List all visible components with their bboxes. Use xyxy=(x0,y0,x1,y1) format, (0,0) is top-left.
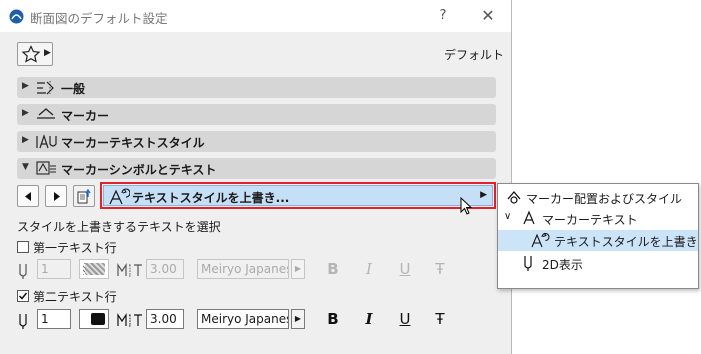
first-line-label: 第一テキスト行 xyxy=(33,241,117,255)
window-title: 断面図のデフォルト設定 xyxy=(30,11,168,26)
section-marker-text-style[interactable]: ▶ マーカーテキストスタイル xyxy=(17,131,496,152)
second-line-size-field[interactable]: 3.00 xyxy=(146,309,184,329)
marker-icon xyxy=(37,108,55,119)
color-fill xyxy=(85,263,105,275)
expand-arrow-icon: ▶ xyxy=(22,135,29,145)
title-bar: 断面図のデフォルト設定 ? ✕ xyxy=(0,0,511,32)
panel-selector-dropdown[interactable]: テキストスタイルを上書き... ▶ xyxy=(100,182,496,209)
marker-placement-icon xyxy=(507,191,521,204)
second-line-font-field[interactable]: Meiryo Japanese xyxy=(197,309,289,329)
font-picker-arrow[interactable]: ▶ xyxy=(291,309,305,329)
marker-symbol-text-icon xyxy=(36,161,56,175)
second-line-color-swatch[interactable] xyxy=(79,309,109,329)
first-line-checkbox[interactable] xyxy=(17,241,29,253)
general-settings-icon xyxy=(37,81,54,95)
close-button[interactable]: ✕ xyxy=(476,6,500,26)
menu-item-label: マーカーテキスト xyxy=(542,213,638,227)
underline-button[interactable]: U xyxy=(394,309,416,329)
menu-item-text-style-override[interactable]: テキストスタイルを上書き xyxy=(498,230,698,251)
caret-right-icon: ▶ xyxy=(44,48,51,58)
expand-arrow-icon: ▶ xyxy=(22,81,29,91)
help-button[interactable]: ? xyxy=(432,6,454,26)
menu-item-marker-placement[interactable]: マーカー配置およびスタイル xyxy=(498,187,698,208)
menu-item-label: テキストスタイルを上書き xyxy=(554,235,698,249)
caret-right-icon: ▶ xyxy=(480,190,487,200)
section-label: マーカーテキストスタイル xyxy=(61,136,205,150)
checkmark-icon xyxy=(18,292,28,300)
color-fill xyxy=(91,313,105,325)
mouse-cursor-icon xyxy=(460,197,473,215)
pen-icon xyxy=(19,264,27,279)
star-icon xyxy=(21,45,41,63)
strikethrough-button[interactable]: Ŧ xyxy=(429,309,451,329)
default-label: デフォルト xyxy=(444,48,505,62)
favorites-button[interactable]: ▶ xyxy=(17,42,53,66)
pen-icon xyxy=(19,314,27,329)
chevron-down-icon: ∨ xyxy=(504,211,512,222)
first-line-row: 1 3.00 Meiryo Japanese ▶ B I U Ŧ xyxy=(17,259,497,283)
text-icon xyxy=(523,210,535,225)
first-line-color-swatch[interactable] xyxy=(79,259,109,279)
section-marker[interactable]: ▶ マーカー xyxy=(17,104,496,125)
document-arrow-icon xyxy=(77,188,91,204)
first-line-pen-field[interactable]: 1 xyxy=(37,259,71,279)
menu-item-marker-text[interactable]: ∨ マーカーテキスト xyxy=(498,208,698,229)
section-label: マーカー xyxy=(61,109,110,123)
triangle-right-icon xyxy=(54,192,60,201)
bold-button[interactable]: B xyxy=(322,309,344,329)
menu-item-2d-display[interactable]: 2D表示 xyxy=(498,253,698,274)
bold-button[interactable]: B xyxy=(322,259,344,279)
expand-arrow-icon: ▶ xyxy=(22,108,29,118)
text-style-override-icon xyxy=(531,232,550,248)
panel-popup-menu: マーカー配置およびスタイル ∨ マーカーテキスト テキストスタイルを上書き 2D… xyxy=(497,183,699,289)
first-line-font-field[interactable]: Meiryo Japanese xyxy=(197,259,289,279)
previous-button[interactable] xyxy=(17,185,39,207)
section-marker-symbol-text[interactable]: ▼ マーカーシンボルとテキスト xyxy=(17,158,496,179)
text-size-icon xyxy=(117,313,142,327)
font-picker-arrow[interactable]: ▶ xyxy=(291,259,305,279)
menu-item-label: マーカー配置およびスタイル xyxy=(526,192,683,206)
section-general[interactable]: ▶ 一般 xyxy=(17,77,496,98)
italic-button[interactable]: I xyxy=(358,309,380,329)
second-line-pen-field[interactable]: 1 xyxy=(37,309,71,329)
override-prompt: スタイルを上書きするテキストを選択 xyxy=(17,220,221,234)
underline-button[interactable]: U xyxy=(394,259,416,279)
first-line-size-field[interactable]: 3.00 xyxy=(146,259,184,279)
section-label: 一般 xyxy=(61,82,86,96)
page-settings-button[interactable] xyxy=(73,185,95,207)
pen-2d-icon xyxy=(524,256,532,271)
text-size-icon xyxy=(117,263,142,277)
second-line-row: 1 3.00 Meiryo Japanese ▶ B I U Ŧ xyxy=(17,309,497,333)
section-label: マーカーシンボルとテキスト xyxy=(61,163,217,177)
italic-button[interactable]: I xyxy=(358,259,380,279)
collapse-arrow-icon: ▼ xyxy=(22,162,29,172)
archicad-app-icon xyxy=(9,9,24,24)
text-style-override-icon xyxy=(109,188,130,205)
next-button[interactable] xyxy=(45,185,67,207)
second-line-label: 第二テキスト行 xyxy=(33,290,117,304)
second-line-checkbox[interactable] xyxy=(17,290,29,302)
settings-dialog: 断面図のデフォルト設定 ? ✕ ▶ デフォルト ▶ 一般 ▶ マーカー ▶ マー… xyxy=(0,0,512,354)
dropdown-label: テキストスタイルを上書き... xyxy=(132,191,290,205)
menu-item-label: 2D表示 xyxy=(542,258,583,272)
marker-text-style-icon xyxy=(36,134,57,149)
triangle-left-icon xyxy=(25,192,31,201)
strikethrough-button[interactable]: Ŧ xyxy=(429,259,451,279)
